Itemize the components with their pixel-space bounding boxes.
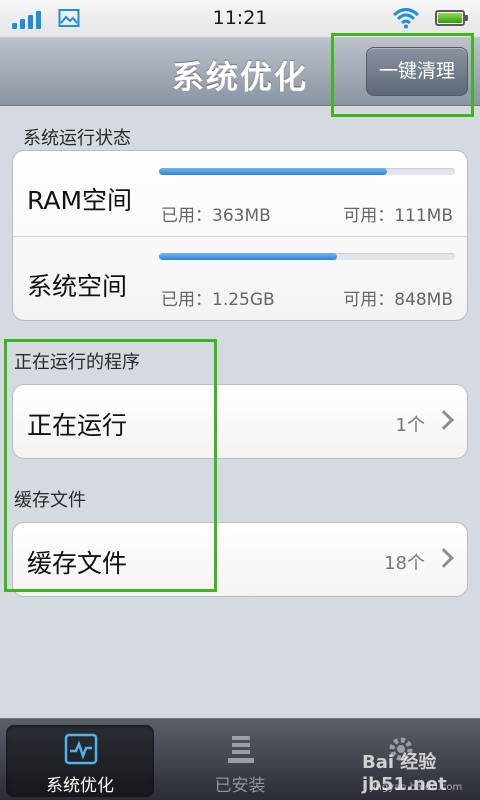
- ram-used: 已用：363MB: [161, 206, 271, 226]
- ram-progress-fill: [159, 168, 387, 175]
- section-label-system-status: 系统运行状态: [23, 128, 131, 149]
- storage-row: 系统空间 已用：1.25GB 可用：848MB: [13, 237, 467, 322]
- tab-system-optimize[interactable]: 系统优化: [6, 725, 154, 797]
- ram-label: RAM空间: [27, 186, 133, 215]
- system-status-card: RAM空间 已用：363MB 可用：111MB 系统空间 已用：1.25GB 可…: [12, 150, 468, 321]
- storage-progress-bar: [159, 253, 455, 260]
- storage-used: 已用：1.25GB: [161, 290, 275, 310]
- page-title: 系统优化: [171, 58, 308, 96]
- highlight-box-programs: [4, 339, 217, 592]
- watermark-site: jingyan.baidu.com: [370, 782, 463, 793]
- tab-installed[interactable]: 已安装: [166, 725, 314, 797]
- chevron-right-icon: [434, 548, 454, 568]
- battery-icon: [435, 10, 468, 26]
- chevron-right-icon: [434, 410, 454, 430]
- wifi-icon: [392, 8, 420, 29]
- running-count: 1个: [395, 415, 425, 436]
- stack-icon: [228, 736, 254, 763]
- tab-label: 系统优化: [46, 776, 114, 796]
- storage-label: 系统空间: [27, 272, 128, 301]
- tab-label: 已安装: [214, 776, 266, 796]
- cache-count: 18个: [384, 553, 425, 574]
- storage-progress-fill: [159, 253, 337, 260]
- ram-free: 可用：111MB: [343, 206, 453, 226]
- storage-free: 可用：848MB: [343, 290, 453, 310]
- ram-row: RAM空间 已用：363MB 可用：111MB: [13, 151, 467, 236]
- ram-progress-bar: [159, 168, 455, 175]
- pulse-chart-icon: [64, 733, 98, 765]
- highlight-box-clean: [331, 33, 474, 117]
